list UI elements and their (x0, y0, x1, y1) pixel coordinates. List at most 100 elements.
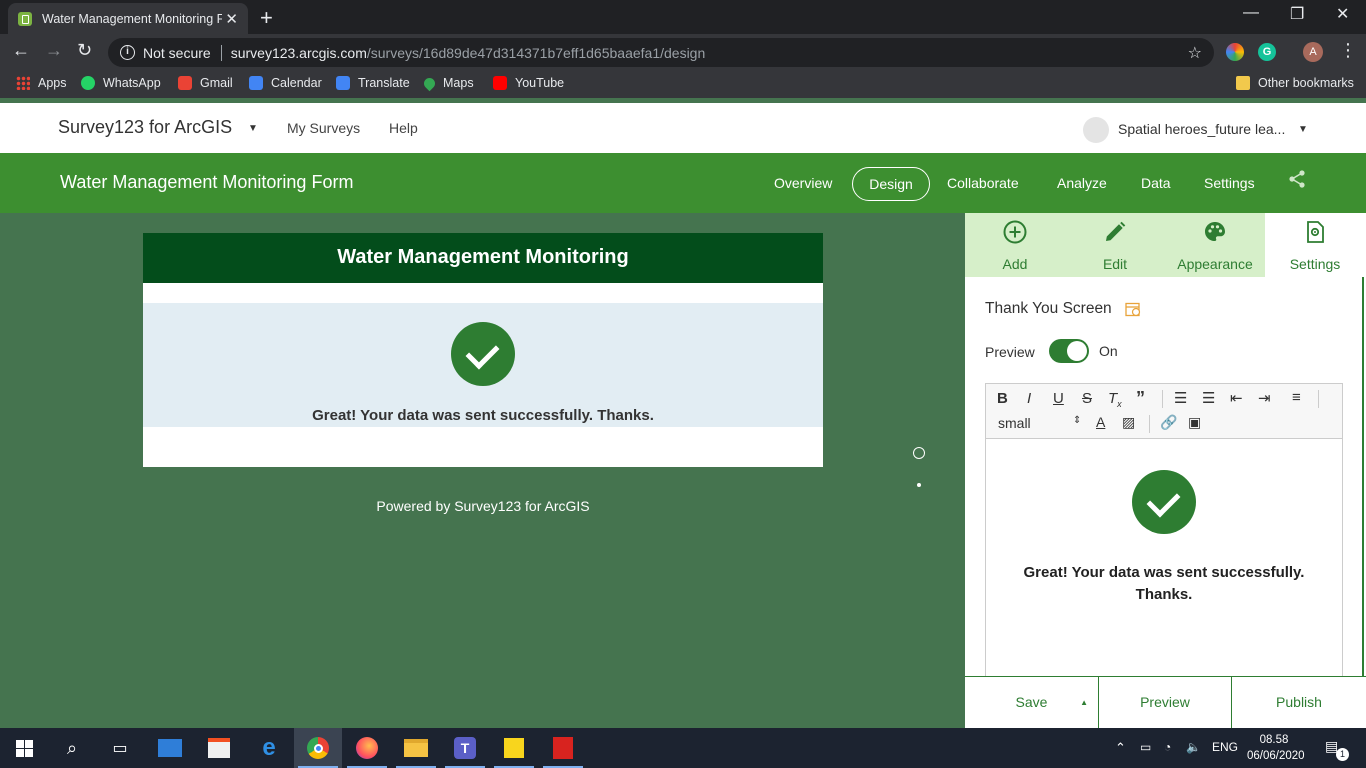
bullet-list-icon[interactable]: ☰ (1202, 389, 1215, 407)
bookmark-star-icon[interactable]: ☆ (1188, 43, 1202, 63)
success-message: Great! Your data was sent successfully. … (312, 407, 654, 424)
bookmark-apps[interactable]: Apps (16, 76, 67, 90)
search-icon[interactable]: ⌕ (48, 728, 96, 768)
wifi-icon[interactable]: ◔ (1164, 740, 1171, 754)
panel-tab-add[interactable]: Add (965, 213, 1065, 277)
panel-tab-edit[interactable]: Edit (1065, 213, 1165, 277)
not-secure-label: Not secure (143, 44, 211, 61)
strikethrough-icon[interactable]: S (1082, 390, 1092, 407)
mail-app-icon[interactable] (146, 728, 194, 768)
panel-tab-label: Appearance (1177, 256, 1253, 272)
underline-icon[interactable]: U (1053, 390, 1064, 407)
bookmark-youtube[interactable]: YouTube (493, 76, 564, 90)
my-surveys-link[interactable]: My Surveys (287, 120, 360, 136)
user-name[interactable]: Spatial heroes_future lea... (1118, 121, 1285, 137)
publish-button[interactable]: Publish (1232, 677, 1366, 728)
help-link[interactable]: Help (389, 120, 418, 136)
bookmark-label: Maps (443, 76, 474, 90)
firefox-app-icon[interactable] (343, 728, 391, 768)
tab-analyze[interactable]: Analyze (1057, 175, 1107, 191)
outdent-icon[interactable]: ⇤ (1230, 389, 1243, 407)
app-brand[interactable]: Survey123 for ArcGIS (58, 117, 232, 138)
bold-icon[interactable]: B (997, 390, 1008, 407)
font-size-select[interactable]: small (998, 415, 1031, 431)
calendar-icon (249, 76, 263, 90)
panel-scrollbar[interactable] (1362, 277, 1364, 676)
profile-avatar[interactable]: A (1303, 42, 1323, 62)
blockquote-icon[interactable]: ” (1136, 388, 1145, 409)
bookmark-maps[interactable]: Maps (421, 75, 474, 91)
user-avatar[interactable] (1083, 117, 1109, 143)
ordered-list-icon[interactable]: ☰ (1174, 389, 1187, 407)
bookmark-gmail[interactable]: Gmail (178, 76, 233, 90)
resize-handle-dot[interactable] (917, 483, 921, 487)
tab-collaborate[interactable]: Collaborate (947, 175, 1019, 191)
bookmark-translate[interactable]: Translate (336, 76, 410, 90)
windows-start-icon[interactable] (0, 728, 48, 768)
bookmark-whatsapp[interactable]: WhatsApp (81, 76, 161, 90)
bookmark-calendar[interactable]: Calendar (249, 76, 322, 90)
restore-icon[interactable]: ❐ (1290, 4, 1304, 24)
thank-you-preview-card: Water Management Monitoring Great! Your … (143, 233, 823, 467)
close-tab-icon[interactable]: ✕ (225, 10, 238, 28)
tab-data[interactable]: Data (1141, 175, 1171, 191)
tab-overview[interactable]: Overview (774, 175, 832, 191)
rich-text-editor[interactable]: B I U S Tx ” ☰ ☰ ⇤ ⇥ ≡ small ⇕ A ▨ 🔗 ▣ G… (985, 383, 1343, 683)
select-arrows-icon[interactable]: ⇕ (1073, 415, 1081, 426)
file-explorer-icon[interactable] (392, 728, 440, 768)
calendar-check-icon[interactable] (1125, 301, 1141, 317)
panel-tab-label: Settings (1289, 256, 1341, 272)
new-tab-icon[interactable]: + (260, 5, 273, 31)
share-icon[interactable] (1287, 169, 1307, 189)
background-color-icon[interactable]: ▨ (1122, 414, 1135, 431)
preview-toggle[interactable] (1049, 339, 1089, 363)
align-icon[interactable]: ≡ (1292, 389, 1301, 406)
browser-tab[interactable]: Water Management Monitoring F ✕ (8, 3, 248, 34)
grammarly-icon[interactable]: G (1258, 43, 1276, 61)
user-menu-caret-icon[interactable]: ▼ (1298, 124, 1308, 135)
other-bookmarks[interactable]: Other bookmarks (1236, 76, 1354, 90)
edge-app-icon[interactable]: e (245, 728, 293, 768)
preview-button[interactable]: Preview (1099, 677, 1231, 728)
task-view-icon[interactable]: ▭ (96, 728, 144, 768)
resize-handle[interactable] (913, 447, 925, 459)
clock[interactable]: 08.58 06/06/2020 (1247, 732, 1305, 764)
chrome-menu-icon[interactable]: ⋮ (1339, 40, 1357, 61)
text-color-icon[interactable]: A (1096, 414, 1105, 430)
italic-icon[interactable]: I (1027, 390, 1031, 407)
show-hidden-icons[interactable]: ⌃ (1115, 740, 1126, 756)
image-icon[interactable]: ▣ (1188, 414, 1201, 431)
reload-icon[interactable]: ↻ (77, 40, 92, 61)
store-app-icon[interactable] (195, 728, 243, 768)
save-button[interactable]: Save ▲ (965, 677, 1098, 728)
panel-tab-appearance[interactable]: Appearance (1165, 213, 1265, 277)
language-indicator[interactable]: ENG (1212, 740, 1238, 754)
panel-tab-label: Edit (1102, 256, 1128, 272)
teams-app-icon[interactable]: T (441, 728, 489, 768)
indent-icon[interactable]: ⇥ (1258, 389, 1271, 407)
battery-icon[interactable]: ▭ (1140, 740, 1151, 754)
acrobat-app-icon[interactable] (539, 728, 587, 768)
link-icon[interactable]: 🔗 (1160, 414, 1177, 431)
other-bookmarks-label: Other bookmarks (1258, 76, 1354, 90)
volume-icon[interactable]: 🔈 (1186, 740, 1201, 754)
tab-title: Water Management Monitoring F (42, 11, 222, 26)
panel-tab-settings[interactable]: Settings (1265, 213, 1365, 277)
tab-settings[interactable]: Settings (1204, 175, 1255, 191)
extension-color-icon[interactable] (1226, 43, 1244, 61)
omnibox[interactable]: i Not secure survey123.arcgis.com/survey… (108, 38, 1214, 67)
success-check-icon (1132, 470, 1196, 534)
app-switcher-caret-icon[interactable]: ▼ (248, 123, 258, 134)
minimize-icon[interactable]: — (1243, 4, 1259, 22)
info-icon[interactable]: i (120, 45, 135, 60)
forward-icon[interactable]: → (45, 40, 63, 61)
settings-document-icon (1307, 221, 1324, 243)
save-options-caret-icon[interactable]: ▲ (1080, 677, 1088, 728)
editor-success-message: Great! Your data was sent successfully. … (1023, 564, 1305, 603)
chrome-app-icon[interactable] (294, 728, 342, 768)
close-window-icon[interactable]: ✕ (1336, 4, 1349, 24)
back-icon[interactable]: ← (12, 40, 30, 61)
sticky-notes-icon[interactable] (490, 728, 538, 768)
clear-format-icon[interactable]: Tx (1108, 390, 1122, 409)
tab-design[interactable]: Design (852, 167, 930, 201)
